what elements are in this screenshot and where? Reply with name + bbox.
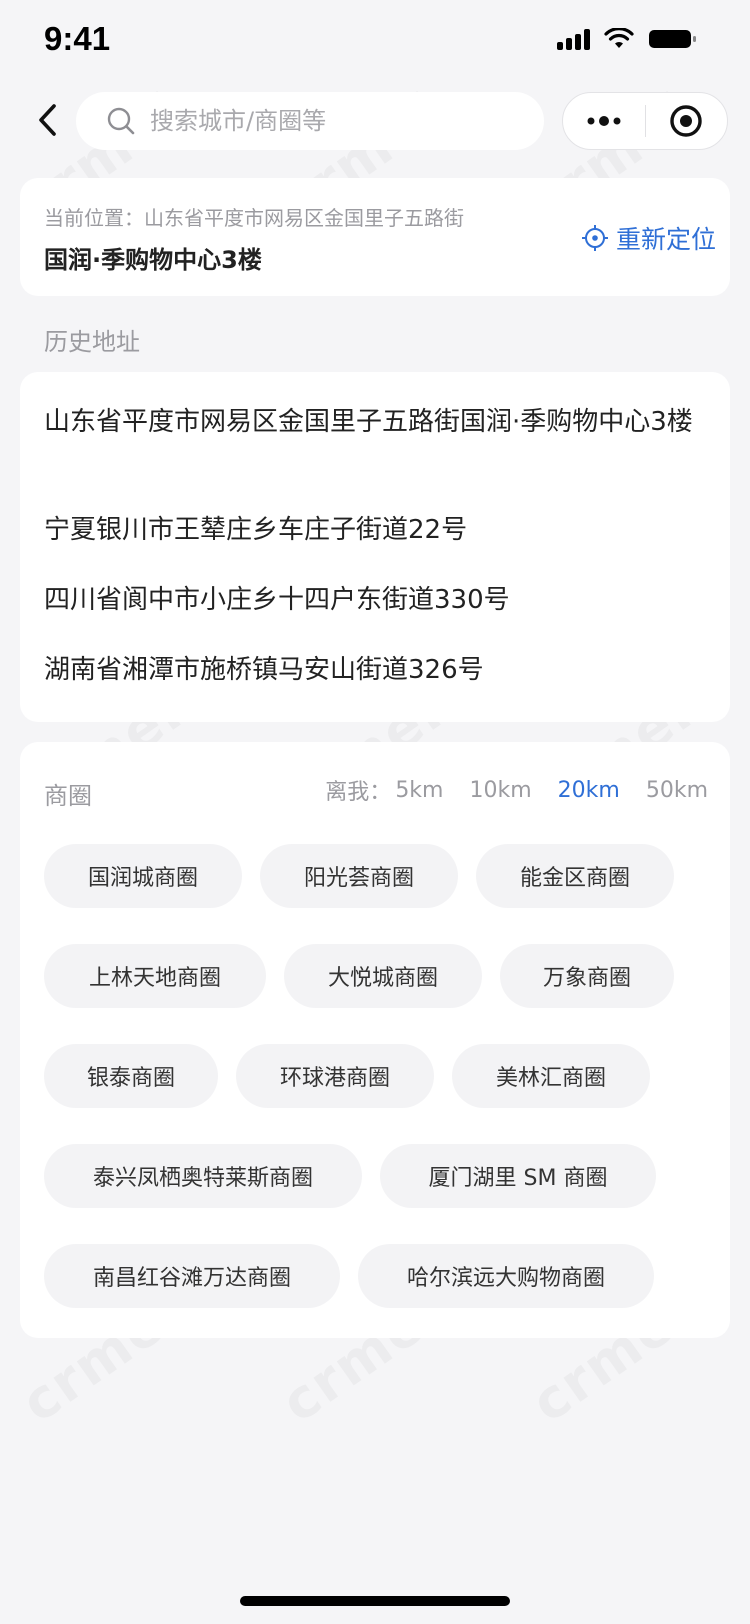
cellular-signal-icon bbox=[557, 28, 590, 50]
search-input[interactable] bbox=[150, 107, 510, 135]
battery-icon bbox=[649, 30, 696, 48]
business-circle-chip[interactable]: 国润城商圈 bbox=[44, 844, 242, 908]
search-icon bbox=[107, 107, 135, 135]
close-button[interactable] bbox=[646, 93, 728, 149]
distance-label: 离我： bbox=[325, 780, 392, 805]
business-circle-chip[interactable]: 大悦城商圈 bbox=[284, 944, 482, 1008]
more-dots-icon bbox=[587, 116, 621, 126]
status-time: 9:41 bbox=[44, 20, 111, 57]
business-circle-chip[interactable]: 环球港商圈 bbox=[236, 1044, 434, 1108]
business-circle-title: 商圈 bbox=[44, 782, 92, 810]
history-title: 历史地址 bbox=[44, 328, 140, 356]
current-location-name: 国润·季购物中心3楼 bbox=[44, 246, 262, 274]
locate-crosshair-icon bbox=[581, 225, 608, 251]
business-circle-chip[interactable]: 泰兴凤栖奥特莱斯商圈 bbox=[44, 1144, 362, 1208]
chevron-left-icon bbox=[39, 104, 56, 136]
distance-option-20km[interactable]: 20km bbox=[558, 778, 620, 803]
status-icons bbox=[557, 28, 698, 50]
history-item[interactable]: 湖南省湘潭市施桥镇马安山街道326号 bbox=[44, 650, 714, 690]
back-button[interactable] bbox=[24, 96, 72, 144]
navigation-bar bbox=[0, 88, 750, 152]
business-circle-chip[interactable]: 美林汇商圈 bbox=[452, 1044, 650, 1108]
more-button[interactable] bbox=[563, 93, 645, 149]
distance-option-5km[interactable]: 5km bbox=[395, 778, 443, 803]
business-circle-chip[interactable]: 上林天地商圈 bbox=[44, 944, 266, 1008]
history-item[interactable]: 山东省平度市网易区金国里子五路街国润·季购物中心3楼 bbox=[44, 402, 714, 442]
distance-option-10km[interactable]: 10km bbox=[469, 778, 531, 803]
history-item[interactable]: 四川省阆中市小庄乡十四户东街道330号 bbox=[44, 580, 714, 620]
status-bar: 9:41 bbox=[0, 0, 750, 80]
search-box[interactable] bbox=[76, 92, 544, 150]
business-circle-chip[interactable]: 阳光荟商圈 bbox=[260, 844, 458, 908]
business-circle-chip[interactable]: 厦门湖里 SM 商圈 bbox=[380, 1144, 656, 1208]
business-circle-chip[interactable]: 哈尔滨远大购物商圈 bbox=[358, 1244, 654, 1308]
business-circle-chip[interactable]: 银泰商圈 bbox=[44, 1044, 218, 1108]
relocate-button[interactable]: 重新定位 bbox=[581, 220, 716, 256]
business-circle-chip[interactable]: 万象商圈 bbox=[500, 944, 674, 1008]
wifi-icon bbox=[604, 28, 634, 48]
current-location-card: 当前位置：山东省平度市网易区金国里子五路街 国润·季购物中心3楼 重新定位 bbox=[20, 178, 730, 296]
page: crmeb crmeb crmeb crmeb crmeb crmeb crme… bbox=[0, 0, 750, 1624]
distance-filter: 离我： 5km 10km 20km 50km bbox=[325, 774, 708, 806]
business-circle-chip[interactable]: 南昌红谷滩万达商圈 bbox=[44, 1244, 340, 1308]
relocate-label: 重新定位 bbox=[615, 225, 716, 254]
mini-program-capsule bbox=[562, 92, 728, 150]
business-circle-card: 商圈 离我： 5km 10km 20km 50km 国润城商圈 阳光荟商圈 能金… bbox=[20, 742, 730, 1338]
target-circle-icon bbox=[670, 105, 702, 137]
history-card: 山东省平度市网易区金国里子五路街国润·季购物中心3楼 宁夏银川市王辇庄乡车庄子街… bbox=[20, 372, 730, 722]
history-item[interactable]: 宁夏银川市王辇庄乡车庄子街道22号 bbox=[44, 510, 714, 550]
home-indicator bbox=[240, 1596, 510, 1606]
distance-option-50km[interactable]: 50km bbox=[646, 778, 708, 803]
business-circle-chip[interactable]: 能金区商圈 bbox=[476, 844, 674, 908]
current-location-label: 当前位置：山东省平度市网易区金国里子五路街 bbox=[44, 206, 464, 230]
